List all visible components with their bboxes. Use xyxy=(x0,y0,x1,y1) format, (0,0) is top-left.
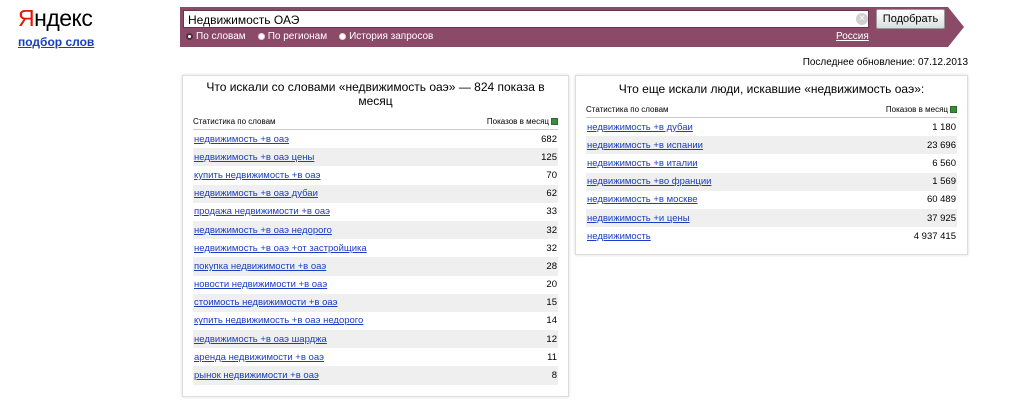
keyword-link[interactable]: недвижимость +в оаэ цены xyxy=(194,152,314,163)
keyword-link[interactable]: недвижимость +в оаэ дубаи xyxy=(194,188,318,199)
impressions-count: 4 937 415 xyxy=(913,230,956,242)
right-results-panel: Что еще искали люди, искавшие «недвижимо… xyxy=(575,75,968,255)
logo-rest: ндекс xyxy=(34,5,93,31)
table-row: недвижимость +в италии 6 560 xyxy=(586,154,957,172)
table-row: недвижимость +в оаэ дубаи 62 xyxy=(193,184,558,203)
keyword-link[interactable]: продажа недвижимости +в оаэ xyxy=(194,206,330,217)
impressions-count: 20 xyxy=(546,279,557,291)
impressions-count: 682 xyxy=(541,133,557,145)
keyword-link[interactable]: недвижимость +в оаэ недорого xyxy=(194,225,332,236)
table-row: покупка недвижимости +в оаэ 28 xyxy=(193,257,558,276)
panel-title: Что искали со словами «недвижимость оаэ»… xyxy=(206,80,545,108)
left-results-table: недвижимость +в оаэ 682 недвижимость +в оа… xyxy=(183,130,568,385)
clear-icon[interactable]: × xyxy=(856,13,868,25)
table-row: недвижимость +в оаэ цены 125 xyxy=(193,148,558,167)
impressions-count: 28 xyxy=(546,260,557,272)
impressions-count: 23 696 xyxy=(926,139,956,151)
keyword-link[interactable]: недвижимость xyxy=(587,231,651,242)
keyword-link[interactable]: недвижимость +в оаэ xyxy=(194,134,289,145)
impressions-count: 62 xyxy=(546,188,557,200)
impressions-count: 1 569 xyxy=(932,176,956,188)
table-row: недвижимость +во франции 1 569 xyxy=(586,172,957,191)
keyword-link[interactable]: недвижимость +в дубаи xyxy=(587,122,693,133)
impressions-count: 8 xyxy=(551,370,557,382)
impressions-count: 125 xyxy=(541,151,557,163)
keyword-link[interactable]: недвижимость +во франции xyxy=(587,176,711,187)
table-row: продажа недвижимости +в оаэ 33 xyxy=(193,203,558,221)
radio-icon xyxy=(339,33,347,40)
search-bar-arrow xyxy=(948,7,964,47)
table-row: недвижимость +в москве 60 489 xyxy=(586,191,957,209)
table-row: недвижимость +в испании 23 696 xyxy=(586,136,957,155)
search-button[interactable]: Подобрать xyxy=(876,9,945,29)
impressions-count: 1 180 xyxy=(932,121,956,133)
tab-label: По словам xyxy=(196,31,246,42)
impressions-count: 14 xyxy=(546,315,557,327)
impressions-count: 33 xyxy=(546,206,557,218)
impressions-count: 70 xyxy=(546,169,557,181)
keyword-link[interactable]: аренда недвижимости +в оаэ xyxy=(194,352,324,363)
keyword-link[interactable]: недвижимость +в оаэ шарджа xyxy=(194,334,327,345)
tab-query-history[interactable]: История запросов xyxy=(339,31,433,42)
column-header-keywords: Статистика по словам xyxy=(586,105,669,114)
region-selector[interactable]: Россия xyxy=(836,31,869,42)
table-row: аренда недвижимости +в оаэ 11 xyxy=(193,348,558,366)
search-mode-tabs: По словам По регионам История запросов xyxy=(186,31,433,42)
table-row: рынок недвижимости +в оаэ 8 xyxy=(193,366,558,385)
table-row: купить недвижимость +в оаэ 70 xyxy=(193,166,558,184)
tab-by-regions[interactable]: По регионам xyxy=(257,31,328,42)
keyword-link[interactable]: новости недвижимости +в оаэ xyxy=(194,279,327,290)
table-row: стоимость недвижимости +в оаэ 15 xyxy=(193,293,558,312)
excel-icon[interactable] xyxy=(950,106,957,113)
radio-icon xyxy=(257,33,265,40)
tab-by-words[interactable]: По словам xyxy=(186,31,246,42)
keyword-link[interactable]: купить недвижимость +в оаэ xyxy=(194,170,320,181)
impressions-count: 15 xyxy=(546,297,557,309)
excel-icon[interactable] xyxy=(551,118,558,125)
impressions-count: 37 925 xyxy=(926,212,956,224)
panel-title: Что еще искали люди, искавшие «недвижимо… xyxy=(618,82,925,96)
impressions-count: 12 xyxy=(546,333,557,345)
keyword-link[interactable]: рынок недвижимости +в оаэ xyxy=(194,370,319,381)
table-header: Статистика по словам Показов в месяц xyxy=(586,105,957,118)
column-header-keywords: Статистика по словам xyxy=(193,117,276,126)
table-row: новости недвижимости +в оаэ 20 xyxy=(193,276,558,294)
keyword-link[interactable]: недвижимость +в испании xyxy=(587,140,703,151)
table-row: недвижимость +и цены 37 925 xyxy=(586,208,957,228)
keyword-link[interactable]: недвижимость +в оаэ +от застройщика xyxy=(194,243,367,254)
impressions-count: 32 xyxy=(546,224,557,236)
logo-first-letter: Я xyxy=(18,5,35,31)
column-header-impressions: Показов в месяц xyxy=(885,105,948,114)
table-row: недвижимость +в оаэ +от застройщика 32 xyxy=(193,239,558,257)
impressions-count: 32 xyxy=(546,242,557,254)
table-row: недвижимость +в оаэ шарджа 12 xyxy=(193,330,558,349)
keyword-link[interactable]: стоимость недвижимости +в оаэ xyxy=(194,297,337,308)
impressions-count: 60 489 xyxy=(926,194,956,206)
table-row: недвижимость +в оаэ 682 xyxy=(193,130,558,148)
left-results-panel: Что искали со словами «недвижимость оаэ»… xyxy=(182,75,569,397)
right-results-table: недвижимость +в дубаи 1 180 недвижимость +… xyxy=(576,118,967,245)
tab-label: История запросов xyxy=(349,31,434,42)
table-row: недвижимость 4 937 415 xyxy=(586,227,957,245)
column-header-impressions: Показов в месяц xyxy=(486,117,549,126)
keyword-link[interactable]: недвижимость +и цены xyxy=(587,213,690,224)
search-input[interactable]: Недвижимость ОАЭ xyxy=(183,10,869,28)
keyword-link[interactable]: покупка недвижимости +в оаэ xyxy=(194,261,326,272)
keyword-link[interactable]: недвижимость +в италии xyxy=(587,158,698,169)
yandex-logo[interactable]: Яндекс xyxy=(18,4,93,32)
last-updated: Последнее обновление: 07.12.2013 xyxy=(802,57,968,68)
wordstat-link[interactable]: подбор слов xyxy=(18,35,94,49)
impressions-count: 6 560 xyxy=(932,157,956,169)
table-header: Статистика по словам Показов в месяц xyxy=(193,117,558,130)
keyword-link[interactable]: недвижимость +в москве xyxy=(587,194,698,205)
keyword-link[interactable]: купить недвижимость +в оаэ недорого xyxy=(194,315,363,326)
table-row: недвижимость +в оаэ недорого 32 xyxy=(193,220,558,240)
impressions-count: 11 xyxy=(547,351,557,363)
table-row: купить недвижимость +в оаэ недорого 14 xyxy=(193,312,558,330)
table-row: недвижимость +в дубаи 1 180 xyxy=(586,118,957,136)
tab-label: По регионам xyxy=(267,31,328,42)
radio-selected-icon xyxy=(186,33,193,40)
